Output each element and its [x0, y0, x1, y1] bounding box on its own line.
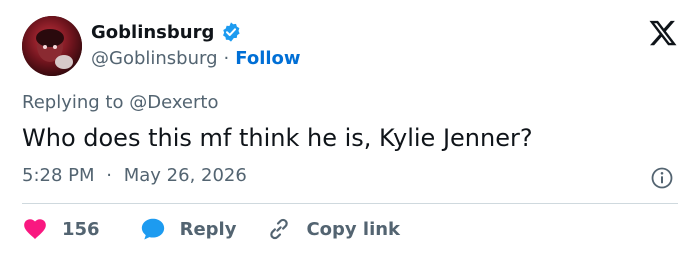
heart-icon	[24, 219, 46, 239]
user-handle[interactable]: @Goblinsburg	[91, 48, 218, 69]
separator-dot: ·	[223, 48, 230, 69]
tweet-time: 5:28 PM	[22, 165, 95, 186]
like-button[interactable]: 156	[22, 216, 100, 242]
replying-to-line: Replying to @Dexerto	[22, 92, 218, 113]
verified-badge-icon	[220, 21, 242, 43]
info-icon[interactable]	[650, 166, 674, 190]
x-logo-icon[interactable]	[648, 18, 678, 48]
avatar[interactable]	[22, 16, 82, 76]
divider	[22, 203, 678, 204]
reply-label: Reply	[179, 218, 237, 240]
like-count: 156	[62, 218, 100, 240]
speech-bubble-icon	[141, 218, 164, 240]
separator-dot: ·	[106, 165, 112, 186]
copy-link-button[interactable]: Copy link	[266, 216, 400, 242]
follow-button[interactable]: Follow	[235, 48, 300, 69]
reply-button[interactable]: Reply	[140, 216, 237, 242]
author-name-row: Goblinsburg	[91, 21, 242, 43]
action-bar: 156 Reply Copy link	[22, 216, 400, 242]
tweet-timestamp[interactable]: 5:28 PM · May 26, 2026	[22, 165, 247, 186]
tweet-date: May 26, 2026	[123, 165, 247, 186]
replying-to-prefix: Replying to	[22, 92, 124, 113]
tweet-text: Who does this mf think he is, Kylie Jenn…	[22, 124, 533, 152]
replying-to-handle[interactable]: @Dexerto	[129, 92, 218, 113]
link-icon	[270, 218, 289, 240]
display-name[interactable]: Goblinsburg	[91, 22, 214, 43]
handle-row: @Goblinsburg · Follow	[91, 48, 301, 69]
copy-link-label: Copy link	[306, 218, 401, 240]
